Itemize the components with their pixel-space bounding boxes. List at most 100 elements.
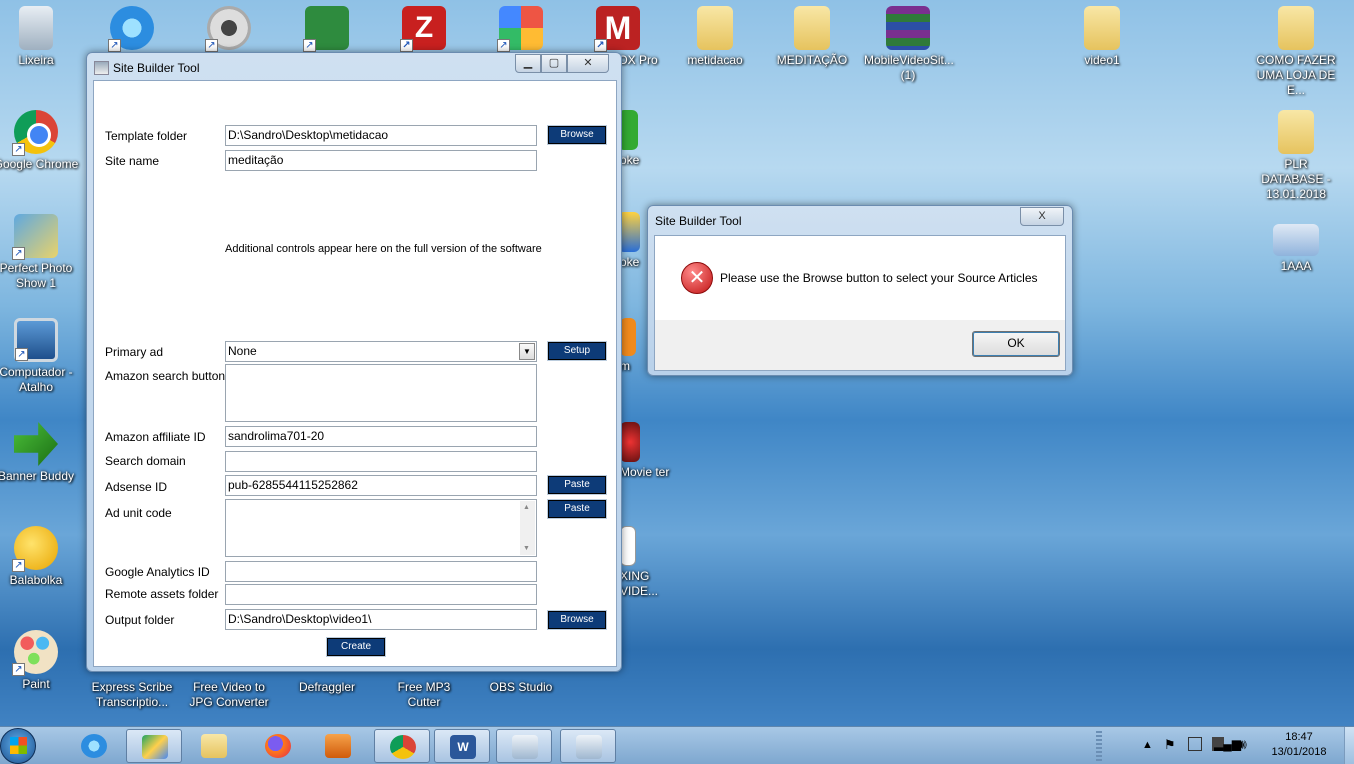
adsense-label: Adsense ID [105,480,168,494]
desktop-icon-1aaa[interactable]: 1AAA [1252,214,1340,274]
site-builder-window: Site Builder Tool ▁ ▢ ✕ Template folder … [86,52,622,672]
green-arrow-icon [14,422,58,466]
network-icon[interactable]: ▂▄▆ [1214,737,1241,751]
flag-icon[interactable]: ⚑ [1164,737,1176,753]
clock-time: 18:47 [1285,731,1313,743]
taskbar-file-explorer[interactable] [186,729,242,763]
ad-unit-paste-button[interactable]: Paste [547,499,607,519]
show-hidden-icons[interactable]: ▲ [1142,739,1153,751]
google-drive-icon [142,735,168,759]
desktop-icon-gem[interactable]: ↗ [477,6,565,53]
desktop-icon-meditacao[interactable]: MEDITAÇÃO [768,6,856,68]
template-browse-button[interactable]: Browse [547,125,607,145]
folder-icon [1278,6,1314,50]
desktop-icon-label: Express Scribe Transcriptio... [91,680,173,709]
windows-logo-icon [10,737,27,754]
desktop-icon-label: Perfect Photo Show 1 [0,261,73,290]
desktop-icon-express-scribe[interactable]: Express Scribe Transcriptio... [88,680,176,710]
desktop-icon-label: MobileVideoSit... (1) [864,53,954,82]
desktop-icon-label: video1 [1084,53,1120,67]
primary-ad-value: None [228,344,257,358]
primary-ad-select[interactable]: None ▼ [225,341,537,362]
desktop-icon-perfect-photo-show[interactable]: ↗ Perfect Photo Show 1 [0,214,80,291]
close-button[interactable]: ✕ [567,54,609,73]
setup-button[interactable]: Setup [547,341,607,361]
close-icon: X [1038,210,1046,222]
desktop-icon-computer[interactable]: ↗ Computador - Atalho [0,318,80,395]
taskbar-clock[interactable]: 18:47 13/01/2018 [1266,730,1332,760]
photo-show-icon: ↗ [12,214,58,260]
window-title: Site Builder Tool [113,61,200,75]
desktop-icon-banner-buddy[interactable]: Banner Buddy [0,422,80,484]
desktop-icon-plr-database[interactable]: PLR DATABASE - 13.01.2018 [1252,110,1340,202]
start-button[interactable] [0,728,36,764]
chrome-icon [390,735,416,759]
scroll-up-icon[interactable]: ▲ [523,504,530,511]
desktop-icon-label: MEDITAÇÃO [776,53,848,67]
show-desktop-button[interactable] [1344,727,1354,764]
movie-app-icon [620,422,640,462]
desktop-icon-label: Computador - Atalho [0,365,73,394]
tray-grip [1096,731,1102,761]
ok-button[interactable]: OK [972,331,1060,357]
desktop-icon-balabolka[interactable]: ↗ Balabolka [0,526,80,588]
desktop-icon-free-mp3-cutter[interactable]: Free MP3 Cutter [380,680,468,710]
taskbar-ie[interactable] [66,729,122,763]
desktop-icon-filezilla[interactable]: Z ↗ [380,6,468,53]
desktop-icon-webcam[interactable]: ↗ [185,6,273,53]
amazon-search-input[interactable] [225,364,537,422]
taskbar-google-drive[interactable] [126,729,182,763]
dialog-close-button[interactable]: X [1020,207,1064,226]
chevron-down-icon[interactable]: ▼ [519,343,535,360]
template-folder-input[interactable]: D:\Sandro\Desktop\metidacao [225,125,537,146]
amazon-affiliate-input[interactable]: sandrolima701-20 [225,426,537,447]
taskbar-firefox[interactable] [250,729,306,763]
desktop-icon-label: metidacao [687,53,743,67]
desktop-icon-defraggler[interactable]: Defraggler [283,680,371,695]
desktop-icon-como-fazer[interactable]: COMO FAZER UMA LOJA DE E... [1252,6,1340,98]
m-app-icon: M ↗ [594,6,640,52]
amazon-search-label: Amazon search buttons [105,369,232,383]
taskbar-site-builder-2[interactable] [560,729,616,763]
desktop-icon-recycle-bin[interactable]: Lixeira [0,6,80,68]
output-folder-label: Output folder [105,613,175,627]
remote-assets-input[interactable] [225,584,537,605]
desktop-icon-free-video-jpg[interactable]: Free Video to JPG Converter [185,680,273,710]
desktop-icon-camtasia[interactable]: ↗ [283,6,371,53]
taskbar-media-player[interactable] [310,729,366,763]
adsense-input[interactable]: pub-6285544115252862 [225,475,537,496]
scroll-down-icon[interactable]: ▼ [523,545,530,552]
output-folder-input[interactable]: D:\Sandro\Desktop\video1\ [225,609,537,630]
desktop-icon-video1[interactable]: video1 [1058,6,1146,68]
desktop-icon-paint[interactable]: ↗ Paint [0,630,80,692]
desktop-icon-obs-studio[interactable]: OBS Studio [477,680,565,695]
ad-unit-input[interactable]: ▲ ▼ [225,499,537,557]
taskbar-chrome[interactable] [374,729,430,763]
desktop-icon-label: OBS Studio [489,680,553,694]
output-browse-button[interactable]: Browse [547,610,607,630]
site-name-input[interactable]: meditação [225,150,537,171]
desktop-icon-ie-shortcut[interactable]: ↗ [88,6,176,53]
form-area: Template folder D:\Sandro\Desktop\metida… [93,80,617,667]
taskbar-word[interactable]: W [434,729,490,763]
desktop-icon-mobilevideosite[interactable]: MobileVideoSit... (1) [864,6,954,83]
primary-ad-label: Primary ad [105,345,164,359]
desktop-icon-google-chrome[interactable]: ↗ Google Chrome [0,110,80,172]
desktop-icon-label: Lixeira [18,53,54,67]
remote-assets-label: Remote assets folder [105,587,219,601]
device-icon[interactable] [1188,737,1202,751]
google-analytics-input[interactable] [225,561,537,582]
gem-app-icon: ↗ [497,6,543,52]
dialog-title: Site Builder Tool [655,214,742,228]
search-domain-input[interactable] [225,451,537,472]
minimize-button[interactable]: ▁ [515,54,541,73]
taskbar-site-builder-1[interactable] [496,729,552,763]
desktop-icon-metidacao[interactable]: metidacao [671,6,759,68]
ad-unit-scrollbar[interactable]: ▲ ▼ [520,501,535,555]
create-button[interactable]: Create [326,637,386,657]
internet-explorer-icon [81,734,107,758]
adsense-paste-button[interactable]: Paste [547,475,607,495]
desktop-icon-label: Defraggler [298,680,356,694]
volume-icon[interactable]: 🔊︎ [1238,736,1247,753]
maximize-button[interactable]: ▢ [541,54,567,73]
